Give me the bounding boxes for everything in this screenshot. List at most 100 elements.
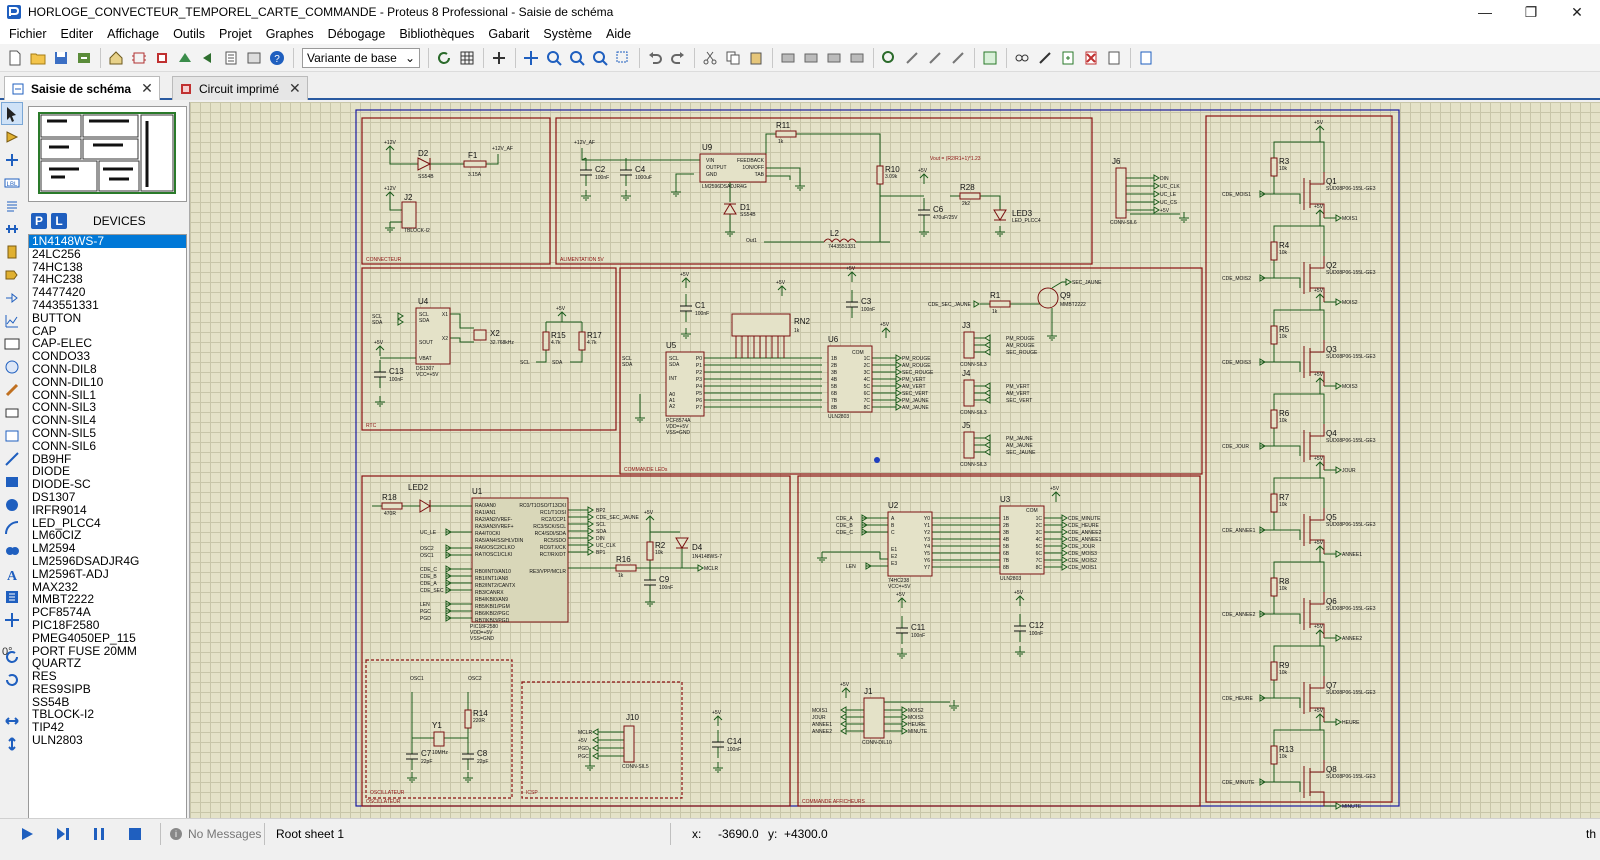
graph-icon[interactable] <box>1 309 23 332</box>
menu-systeme[interactable]: Système <box>536 27 599 41</box>
close-button[interactable]: ✕ <box>1554 0 1600 24</box>
schematic-canvas[interactable]: CONNECTEUR ALIMENTATION 5V RTC COMMANDE LED… <box>189 102 1600 818</box>
buses-icon[interactable] <box>1 217 23 240</box>
selection-mode-icon[interactable] <box>1 102 23 125</box>
tab-saisie-de-schema[interactable]: Saisie de schéma ✕ <box>4 76 160 100</box>
cut-icon[interactable] <box>699 47 721 69</box>
list-item[interactable]: LM2596T-ADJ <box>29 567 186 581</box>
list-item[interactable]: DS1307 <box>29 491 186 504</box>
open-folder-icon[interactable] <box>27 47 49 69</box>
generator-icon[interactable] <box>1 355 23 378</box>
current-probe-icon[interactable] <box>1 401 23 424</box>
make-device-icon[interactable] <box>901 47 923 69</box>
play-icon[interactable] <box>18 825 36 843</box>
zoom-area-icon[interactable] <box>612 47 634 69</box>
library-manager-button[interactable]: L <box>51 213 67 229</box>
zoom-in-icon[interactable] <box>543 47 565 69</box>
decompose-icon[interactable] <box>947 47 969 69</box>
list-item[interactable]: BUTTON <box>29 311 186 325</box>
device-pins-icon[interactable] <box>1 286 23 309</box>
menu-editer[interactable]: Editer <box>54 27 101 41</box>
menu-bibliotheques[interactable]: Bibliothèques <box>392 27 481 41</box>
close-icon[interactable]: ✕ <box>141 80 153 97</box>
block-copy-icon[interactable] <box>777 47 799 69</box>
origin-icon[interactable] <box>488 47 510 69</box>
component-mode-icon[interactable] <box>1 125 23 148</box>
bill-of-materials-icon[interactable] <box>1135 47 1157 69</box>
block-move-icon[interactable] <box>800 47 822 69</box>
list-item[interactable]: PMEG4050EP_115 <box>29 631 186 645</box>
wire-autorouter-icon[interactable] <box>979 47 1001 69</box>
list-item[interactable]: CONN-SIL5 <box>29 427 186 440</box>
virtual-instruments-icon[interactable] <box>1 424 23 447</box>
pan-icon[interactable] <box>520 47 542 69</box>
junction-dot-icon[interactable] <box>1 148 23 171</box>
property-tool-icon[interactable] <box>1034 47 1056 69</box>
list-item[interactable]: 1N4148WS-7 <box>29 235 186 248</box>
devices-list[interactable]: 1N4148WS-7 24LC256 74HC138 74HC238 74477… <box>28 234 187 832</box>
tab-circuit-imprime[interactable]: Circuit imprimé ✕ <box>172 76 308 100</box>
menu-gabarit[interactable]: Gabarit <box>481 27 536 41</box>
mirror-vertical-icon[interactable] <box>1 732 23 755</box>
schematic-icon[interactable] <box>128 47 150 69</box>
arc-icon[interactable] <box>1 516 23 539</box>
symbol-icon[interactable] <box>1 585 23 608</box>
3d-icon[interactable] <box>174 47 196 69</box>
overview-window[interactable] <box>28 106 187 202</box>
new-file-icon[interactable] <box>4 47 26 69</box>
voltage-probe-icon[interactable] <box>1 378 23 401</box>
home-icon[interactable] <box>105 47 127 69</box>
paste-icon[interactable] <box>745 47 767 69</box>
maximize-button[interactable]: ❐ <box>1508 0 1554 24</box>
new-sheet-icon[interactable] <box>1057 47 1079 69</box>
circle-icon[interactable] <box>1 493 23 516</box>
list-item[interactable]: 7443551331 <box>29 299 186 312</box>
minimize-button[interactable]: — <box>1462 0 1508 24</box>
pick-devices-button[interactable]: P <box>31 213 47 229</box>
search-icon[interactable] <box>1011 47 1033 69</box>
bom-icon[interactable] <box>220 47 242 69</box>
grid-icon[interactable] <box>456 47 478 69</box>
redo-icon[interactable] <box>667 47 689 69</box>
menu-debogage[interactable]: Débogage <box>321 27 393 41</box>
list-item[interactable]: CONN-DIL8 <box>29 363 186 376</box>
pcb-icon[interactable] <box>151 47 173 69</box>
remove-sheet-icon[interactable] <box>1080 47 1102 69</box>
block-rotate-icon[interactable] <box>823 47 845 69</box>
list-item[interactable]: 24LC256 <box>29 247 186 261</box>
zoom-out-icon[interactable] <box>566 47 588 69</box>
subcircuit-icon[interactable] <box>1 240 23 263</box>
rotate-anticlockwise-icon[interactable] <box>1 668 23 691</box>
debug-icon[interactable] <box>243 47 265 69</box>
menu-aide[interactable]: Aide <box>599 27 638 41</box>
exit-parent-icon[interactable] <box>1103 47 1125 69</box>
save-icon[interactable] <box>50 47 72 69</box>
mirror-horizontal-icon[interactable] <box>1 709 23 732</box>
import-icon[interactable] <box>73 47 95 69</box>
gerber-icon[interactable] <box>197 47 219 69</box>
help-icon[interactable]: ? <box>266 47 288 69</box>
pause-icon[interactable] <box>90 825 108 843</box>
text-script-icon[interactable] <box>1 194 23 217</box>
list-item[interactable]: RES9SIPB <box>29 683 186 696</box>
list-item[interactable]: CONN-DIL10 <box>29 375 186 389</box>
terminals-icon[interactable] <box>1 263 23 286</box>
menu-graphes[interactable]: Graphes <box>259 27 321 41</box>
stop-icon[interactable] <box>126 825 144 843</box>
menu-projet[interactable]: Projet <box>212 27 259 41</box>
close-icon[interactable]: ✕ <box>289 80 301 97</box>
tape-recorder-icon[interactable] <box>1 332 23 355</box>
list-item[interactable]: RES <box>29 670 186 683</box>
wire-label-icon[interactable]: LBL <box>1 171 23 194</box>
box-icon[interactable] <box>1 470 23 493</box>
pick-device-icon[interactable] <box>878 47 900 69</box>
list-item[interactable]: CONN-SIL6 <box>29 439 186 453</box>
list-item[interactable]: LM2594 <box>29 542 186 555</box>
refresh-icon[interactable] <box>433 47 455 69</box>
list-item[interactable]: LM2596DSADJR4G <box>29 555 186 568</box>
menu-outils[interactable]: Outils <box>166 27 212 41</box>
list-item[interactable]: IRFR9014 <box>29 503 186 517</box>
list-item[interactable]: ULN2803 <box>29 734 186 747</box>
list-item[interactable]: PCF8574A <box>29 606 186 619</box>
block-delete-icon[interactable] <box>846 47 868 69</box>
